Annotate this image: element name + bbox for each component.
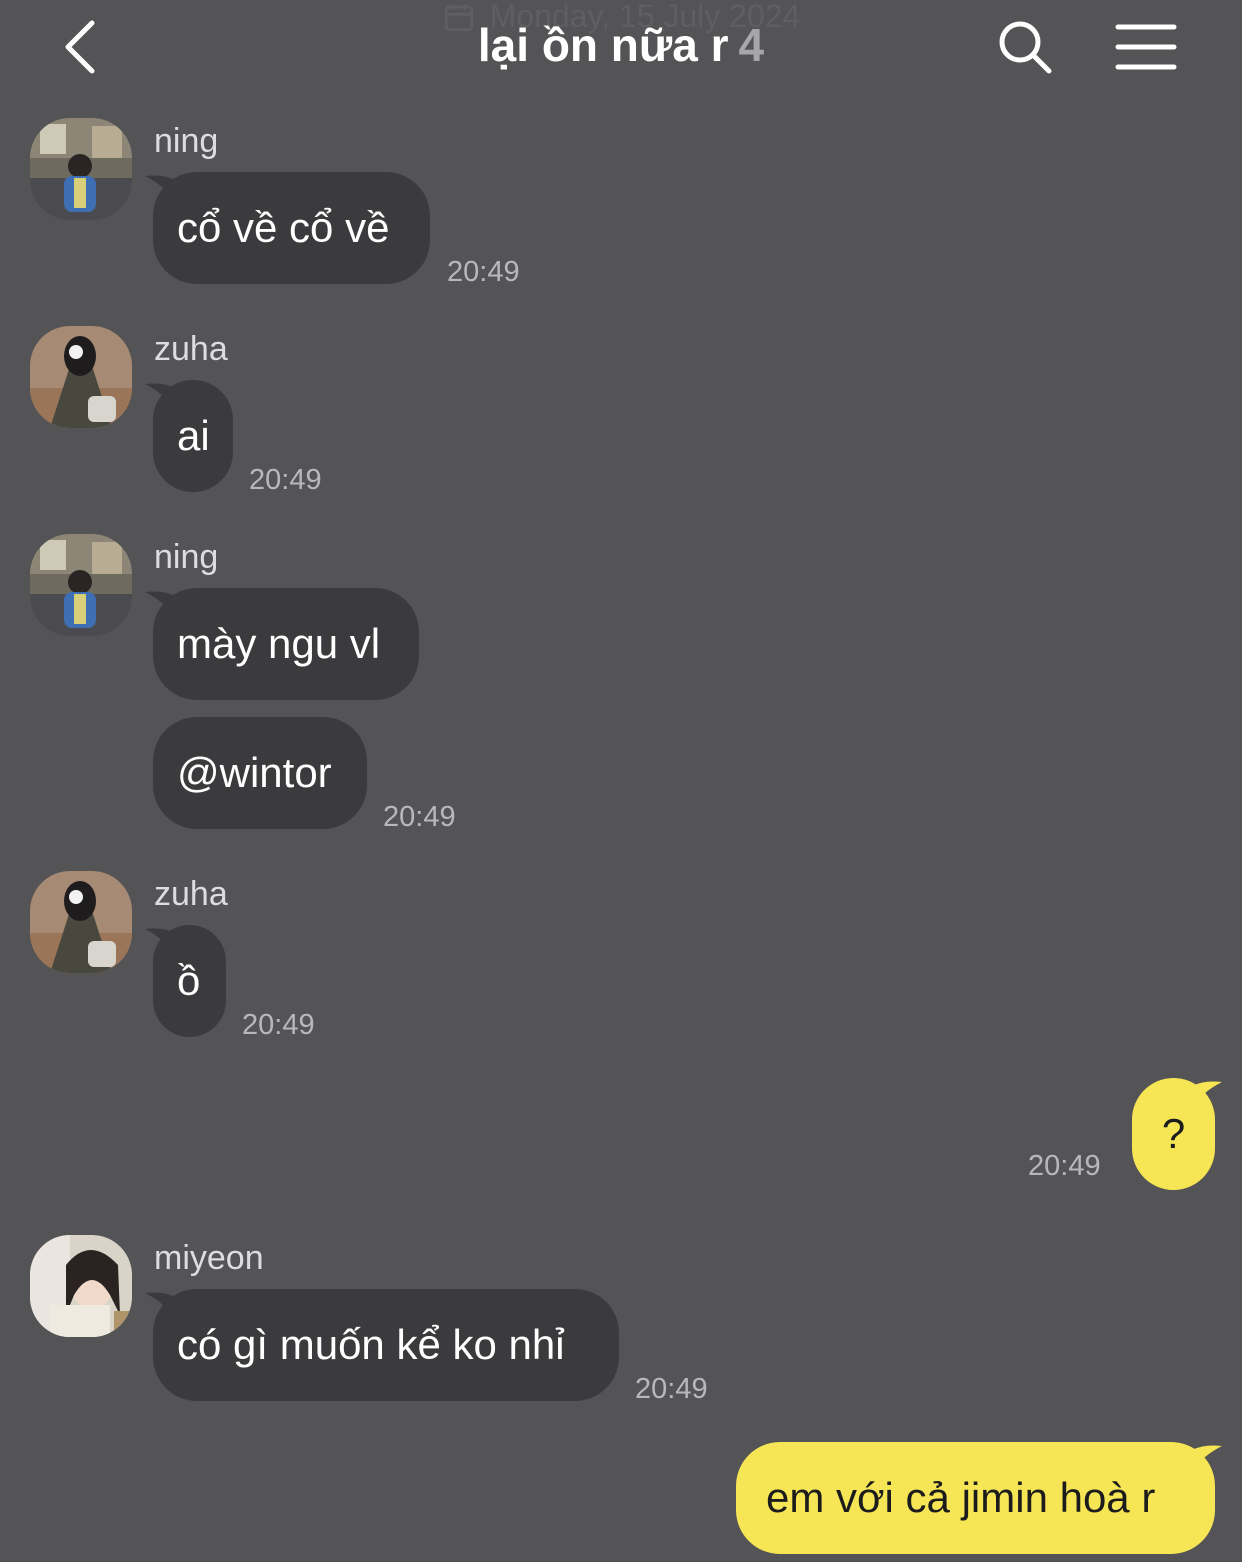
avatar-ning[interactable] bbox=[30, 534, 132, 636]
message-bubble[interactable]: mày ngu vl bbox=[153, 588, 419, 700]
avatar-photo bbox=[30, 326, 132, 428]
message-text: cổ về cổ về bbox=[177, 204, 390, 251]
menu-button[interactable] bbox=[1108, 12, 1184, 82]
message-time: 20:49 bbox=[383, 801, 456, 833]
message-bubble[interactable]: @wintor bbox=[153, 717, 367, 829]
avatar-ning[interactable] bbox=[30, 118, 132, 220]
message-time: 20:49 bbox=[447, 256, 520, 288]
message-time: 20:49 bbox=[242, 1009, 315, 1041]
message-text: ai bbox=[177, 412, 210, 459]
sender-name: zuha bbox=[154, 875, 228, 913]
search-icon bbox=[999, 21, 1052, 74]
sender-name: zuha bbox=[154, 330, 228, 368]
sender-name: miyeon bbox=[154, 1239, 264, 1277]
message-text: em với cả jimin hoà r bbox=[766, 1474, 1156, 1521]
sender-name: ning bbox=[154, 122, 219, 160]
message-text: ? bbox=[1161, 1110, 1186, 1157]
my-message-bubble[interactable]: ? bbox=[1132, 1078, 1215, 1190]
avatar-photo bbox=[30, 1235, 132, 1337]
message-time: 20:49 bbox=[635, 1373, 708, 1405]
avatar-photo bbox=[30, 534, 132, 636]
message-text: ồ bbox=[177, 957, 201, 1004]
chat-header: lại ồn nữa r4 bbox=[0, 0, 1242, 96]
avatar-miyeon[interactable] bbox=[30, 1235, 132, 1337]
avatar-photo bbox=[30, 871, 132, 973]
message-bubble[interactable]: ai bbox=[153, 380, 233, 492]
sender-name: ning bbox=[154, 538, 219, 576]
message-time: 20:49 bbox=[1028, 1150, 1101, 1182]
message-text: mày ngu vl bbox=[177, 620, 381, 667]
back-button[interactable] bbox=[50, 12, 110, 82]
chat-title-text: lại ồn nữa r bbox=[477, 19, 729, 71]
message-text: có gì muốn kể ko nhỉ bbox=[177, 1321, 565, 1368]
avatar-zuha[interactable] bbox=[30, 871, 132, 973]
chevron-left-icon bbox=[65, 20, 95, 74]
message-time: 20:49 bbox=[249, 464, 322, 496]
search-button[interactable] bbox=[990, 12, 1060, 82]
avatar-photo bbox=[30, 118, 132, 220]
hamburger-menu-icon bbox=[1115, 24, 1177, 70]
member-count: 4 bbox=[738, 19, 765, 71]
message-bubble[interactable]: cổ về cổ về bbox=[153, 172, 430, 284]
message-text: @wintor bbox=[177, 749, 332, 796]
chat-screen: Monday, 15 July 2024 lại ồn nữa r4 ning … bbox=[0, 0, 1242, 1562]
message-bubble[interactable]: có gì muốn kể ko nhỉ bbox=[153, 1289, 619, 1401]
my-message-bubble[interactable]: em với cả jimin hoà r bbox=[736, 1442, 1215, 1554]
message-bubble[interactable]: ồ bbox=[153, 925, 226, 1037]
avatar-zuha[interactable] bbox=[30, 326, 132, 428]
